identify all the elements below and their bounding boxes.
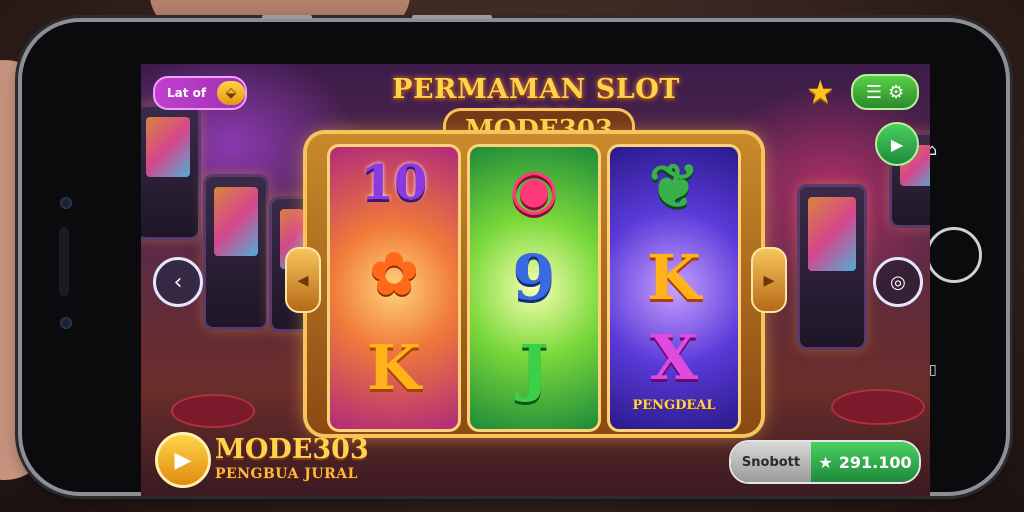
- play-icon: ▶: [174, 447, 192, 473]
- balance-widget[interactable]: Snobott ★ 291.100: [729, 440, 921, 484]
- top-left-button-label: Lat of: [167, 86, 207, 100]
- bg-stool: [171, 394, 255, 428]
- prev-button[interactable]: ‹: [153, 257, 203, 307]
- slot-reel-frame: ◂ ▸ 10 ✿ K ◉ 9 J ❦ K X PENGDEAL: [285, 134, 787, 434]
- symbol-9: 9: [512, 241, 556, 314]
- star-icon[interactable]: ★: [806, 76, 835, 108]
- symbol-j: J: [519, 331, 549, 404]
- balance-value: 291.100: [838, 452, 912, 472]
- symbol-k: K: [647, 241, 701, 314]
- target-icon: ◎: [890, 271, 906, 293]
- brand-subtitle: PENGBUA JURAL: [215, 466, 358, 482]
- top-left-button[interactable]: Lat of ⬙: [153, 76, 247, 110]
- reel-1: 10 ✿ K: [327, 144, 461, 432]
- chip-symbol-icon: ◉: [509, 156, 559, 222]
- front-sensor: [60, 317, 72, 329]
- phone-top-button-2: [262, 15, 312, 19]
- reel-caption: PENGDEAL: [632, 398, 716, 413]
- reel-left-arrow[interactable]: ◂: [285, 247, 321, 313]
- video-record-button[interactable]: ▶: [875, 122, 919, 166]
- flower-symbol-icon: ✿: [369, 240, 419, 308]
- brand-title: MODE303: [215, 434, 369, 465]
- leaf-symbol-icon: ❦: [648, 152, 700, 222]
- phone-top-button: [412, 15, 492, 19]
- back-nav-icon[interactable]: ▯: [929, 362, 937, 378]
- bg-slot-machine: [203, 174, 269, 330]
- play-button[interactable]: ▶: [155, 432, 211, 488]
- symbol-k: K: [367, 331, 421, 404]
- speaker-grille: [59, 227, 69, 297]
- menu-settings-button[interactable]: ☰ ⚙: [851, 74, 919, 110]
- star-icon: ★: [818, 452, 833, 472]
- target-button[interactable]: ◎: [873, 257, 923, 307]
- reel-right-arrow[interactable]: ▸: [751, 247, 787, 313]
- coin-icon: ⬙: [217, 81, 245, 105]
- bg-slot-machine: [797, 184, 867, 350]
- symbol-10: 10: [360, 155, 428, 211]
- balance-label: Snobott: [731, 442, 811, 482]
- reel-3: ❦ K X PENGDEAL: [607, 144, 741, 432]
- bg-stool: [831, 389, 925, 425]
- bg-slot-machine: [141, 104, 201, 240]
- balance-value-box: ★ 291.100: [811, 442, 919, 482]
- front-camera: [60, 197, 72, 209]
- phone-device: ⌂ ▯ Lat of ⬙ PERMAMAN SLOT SERU MODE303 …: [22, 15, 1006, 496]
- record-icon: ▶: [890, 134, 904, 154]
- chevron-left-icon: ‹: [173, 269, 183, 295]
- game-screen: Lat of ⬙ PERMAMAN SLOT SERU MODE303 ★ ☰ …: [141, 64, 930, 496]
- menu-icon: ☰: [865, 81, 882, 103]
- symbol-x: X: [649, 321, 699, 394]
- gear-icon: ⚙: [888, 81, 905, 103]
- home-button[interactable]: [926, 227, 982, 283]
- reel-2: ◉ 9 J: [467, 144, 601, 432]
